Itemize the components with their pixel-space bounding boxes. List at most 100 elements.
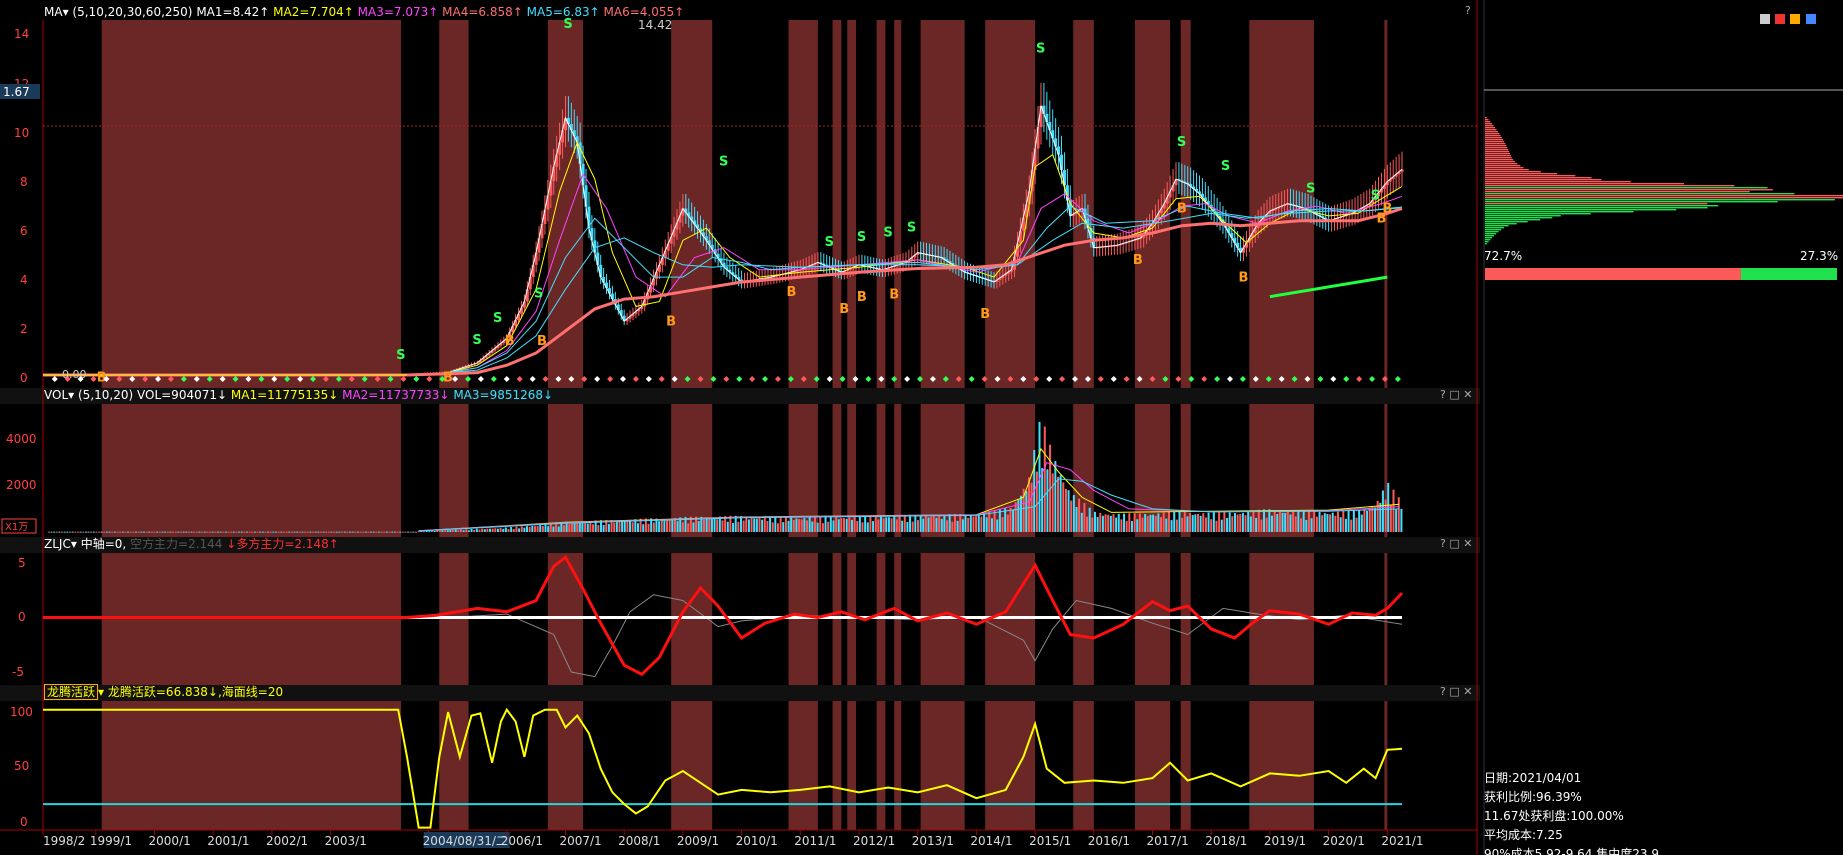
volume-bar: [816, 522, 819, 532]
y-tick: 5: [18, 556, 26, 570]
volume-bar: [1078, 498, 1081, 532]
chevron-down-icon[interactable]: ▾: [98, 685, 104, 699]
buy-signal: B: [786, 285, 796, 300]
volume-bar: [597, 525, 600, 532]
buy-signal: B: [537, 334, 547, 349]
chip-bar: [1485, 203, 1708, 205]
volume-bar: [1120, 519, 1123, 532]
chip-bar: [1485, 187, 1768, 189]
zljc-axis-value: 中轴=0,: [80, 537, 127, 551]
chip-bar: [1485, 159, 1514, 161]
volume-bar: [1202, 513, 1205, 532]
activity-indicator-button[interactable]: 龙腾活跃: [44, 684, 99, 700]
chip-bar: [1485, 207, 1708, 209]
panel4-controls: ? □ ✕: [1440, 685, 1472, 698]
sell-signal: S: [1221, 159, 1230, 174]
restore-button[interactable]: □: [1449, 537, 1459, 550]
help-button[interactable]: ?: [1440, 388, 1446, 401]
volume-bar: [1167, 511, 1170, 532]
volume-bar: [404, 531, 407, 533]
volume-bar: [412, 531, 415, 533]
ma-indicator-button[interactable]: MA: [44, 5, 63, 19]
close-button[interactable]: ✕: [1463, 537, 1472, 550]
volume-bar: [121, 531, 124, 533]
help-button[interactable]: ?: [1440, 537, 1446, 550]
doc-icon[interactable]: [1775, 14, 1785, 24]
help-button[interactable]: ?: [1440, 685, 1446, 698]
volume-bar: [515, 526, 518, 532]
share-icon[interactable]: [1806, 14, 1816, 24]
chevron-down-icon[interactable]: ▾: [68, 388, 74, 402]
chip-bar: [1485, 175, 1576, 177]
volume-bar: [843, 518, 846, 532]
volume-bar: [1054, 461, 1057, 532]
volume-bar: [1342, 510, 1345, 532]
volume-bar: [216, 531, 219, 533]
restore-button[interactable]: □: [1449, 388, 1459, 401]
volume-bar: [927, 517, 930, 532]
volume-bar: [129, 531, 132, 533]
volume-bar: [832, 520, 835, 532]
volume-bar: [100, 531, 103, 533]
volume-bar: [174, 531, 177, 533]
panel1-help-button[interactable]: ?: [1465, 4, 1471, 17]
buy-signal: B: [980, 307, 990, 322]
flag-icon[interactable]: [1790, 14, 1800, 24]
volume-bar: [179, 531, 182, 533]
chip-bar: [1485, 117, 1487, 119]
volume-bar: [457, 530, 460, 532]
volume-bar: [993, 510, 996, 532]
volume-bar: [407, 531, 410, 533]
volume-bar: [79, 531, 82, 533]
volume-bar: [845, 518, 848, 532]
y-tick: 8: [20, 175, 28, 189]
volume-bar: [758, 517, 761, 532]
chevron-down-icon[interactable]: ▾: [63, 5, 69, 19]
volume-bar: [837, 519, 840, 532]
volume-bar: [494, 528, 497, 532]
volume-bar: [975, 516, 978, 532]
close-button[interactable]: ✕: [1463, 388, 1472, 401]
x-tick-label: 1999/1: [90, 834, 132, 848]
volume-bar: [161, 531, 164, 533]
close-button[interactable]: ✕: [1463, 685, 1472, 698]
volume-bar: [1109, 515, 1112, 532]
volume-bar: [489, 528, 492, 532]
vol-value: VOL=904071↓: [137, 388, 228, 402]
stock-chart: 14 12 10 8 6 4 2 0 4000 2000 X1万 5 0 -5 …: [0, 0, 1843, 855]
chevron-down-icon[interactable]: ▾: [71, 537, 77, 551]
volume-bar: [1130, 520, 1133, 532]
volume-bar: [1218, 512, 1221, 532]
volume-bar: [1009, 508, 1012, 532]
volume-bar: [885, 517, 888, 532]
vol-indicator-button[interactable]: VOL: [44, 388, 68, 402]
volume-bar: [1257, 509, 1260, 532]
volume-bar: [903, 515, 906, 532]
volume-bar: [1133, 513, 1136, 532]
volume-bar: [330, 531, 333, 533]
zljc-indicator-button[interactable]: ZLJC: [44, 537, 71, 551]
volume-bar: [454, 529, 457, 532]
pencil-icon[interactable]: [1760, 14, 1770, 24]
volume-bar: [586, 523, 589, 532]
volume-bar: [956, 520, 959, 532]
sell-signal: S: [719, 154, 728, 169]
volume-bar: [1302, 510, 1305, 532]
volume-bar: [478, 529, 481, 532]
volume-bar: [705, 517, 708, 532]
volume-bar: [230, 531, 233, 533]
volume-bar: [547, 526, 550, 532]
volume-bar: [568, 524, 571, 532]
volume-bar: [737, 521, 740, 532]
sell-signal: S: [907, 220, 916, 235]
volume-bar: [467, 530, 470, 532]
volume-bar: [1292, 510, 1295, 532]
volume-bar: [811, 521, 814, 532]
volume-bar: [1334, 515, 1337, 532]
volume-bar: [1051, 473, 1054, 532]
volume-bar: [618, 521, 621, 532]
volume-bar: [401, 531, 404, 533]
volume-bar: [172, 531, 175, 533]
volume-bar: [948, 514, 951, 532]
restore-button[interactable]: □: [1449, 685, 1459, 698]
